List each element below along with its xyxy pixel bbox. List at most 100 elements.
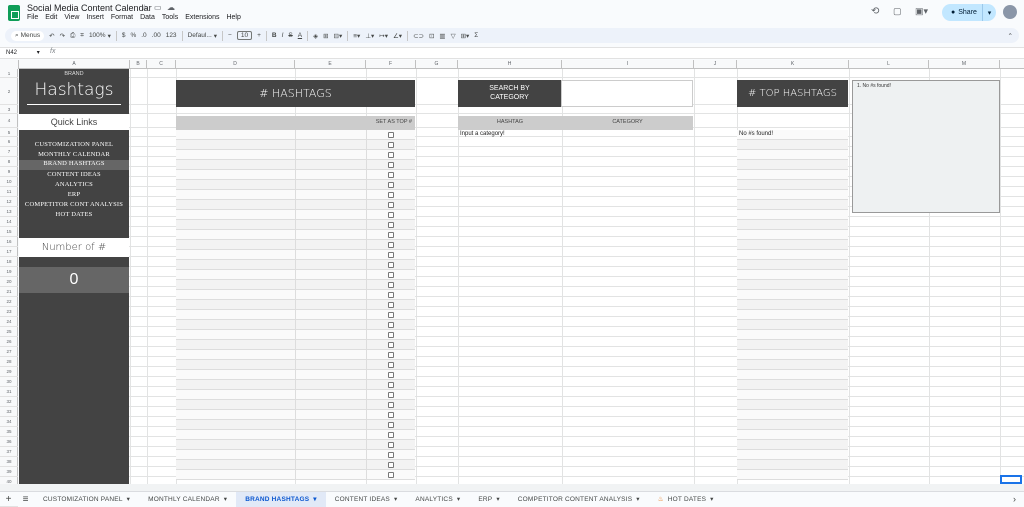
sheet-tab-brand-hashtags[interactable]: BRAND HASHTAGS ▾ <box>236 491 326 507</box>
horizontal-scrollbar[interactable] <box>0 484 1024 491</box>
row-header[interactable]: 18 <box>0 257 18 267</box>
hashtag-row[interactable] <box>176 130 415 140</box>
hashtag-row[interactable] <box>176 290 415 300</box>
column-header-i[interactable]: I <box>562 60 694 69</box>
set-as-top-checkbox[interactable] <box>388 392 394 398</box>
quick-link-hot-dates[interactable]: HOT DATES <box>19 211 129 218</box>
functions-icon[interactable]: Σ <box>474 32 478 39</box>
quick-link-brand-hashtags[interactable]: BRAND HASHTAGS <box>19 160 129 170</box>
hashtag-row[interactable] <box>176 190 415 200</box>
sheet-tab-monthly-calendar[interactable]: MONTHLY CALENDAR ▾ <box>139 492 236 507</box>
column-header-f[interactable]: F <box>366 60 416 69</box>
quick-link-erp[interactable]: ERP <box>19 191 129 198</box>
document-title[interactable]: Social Media Content Calendar <box>27 3 152 13</box>
sheet-tab-hot-dates[interactable]: ♨ HOT DATES ▾ <box>649 492 723 507</box>
insert-comment-icon[interactable]: ⊡ <box>429 32 434 40</box>
undo-icon[interactable]: ↶ <box>49 32 54 40</box>
row-header[interactable]: 2 <box>0 78 18 105</box>
menu-help[interactable]: Help <box>226 14 240 21</box>
add-sheet-icon[interactable]: + <box>0 494 17 505</box>
vertical-align-icon[interactable]: ⊥▾ <box>365 32 374 40</box>
horizontal-align-icon[interactable]: ≡▾ <box>353 32 360 40</box>
sheets-logo-icon[interactable] <box>8 5 20 21</box>
hashtag-row[interactable] <box>176 250 415 260</box>
font-size-increase-icon[interactable]: + <box>257 32 261 39</box>
font-size-decrease-icon[interactable]: − <box>228 32 232 39</box>
filter-icon[interactable]: ▽ <box>451 32 456 40</box>
italic-button[interactable]: I <box>282 32 284 39</box>
row-header[interactable]: 28 <box>0 357 18 367</box>
row-header[interactable]: 31 <box>0 387 18 397</box>
set-as-top-checkbox[interactable] <box>388 422 394 428</box>
set-as-top-checkbox[interactable] <box>388 292 394 298</box>
row-header[interactable]: 35 <box>0 427 18 437</box>
row-header[interactable]: 39 <box>0 467 18 477</box>
hashtag-row[interactable] <box>176 220 415 230</box>
column-header-a[interactable]: A <box>19 60 130 69</box>
set-as-top-checkbox[interactable] <box>388 132 394 138</box>
font-size-input[interactable]: 10 <box>236 31 253 40</box>
set-as-top-checkbox[interactable] <box>388 172 394 178</box>
menu-tools[interactable]: Tools <box>162 14 178 21</box>
hashtag-row[interactable] <box>176 380 415 390</box>
hashtag-row[interactable] <box>176 170 415 180</box>
hashtag-row[interactable] <box>176 360 415 370</box>
sheet-tab-analytics[interactable]: ANALYTICS ▾ <box>406 492 469 507</box>
hashtag-row[interactable] <box>176 270 415 280</box>
sheet-tab-content-ideas[interactable]: CONTENT IDEAS ▾ <box>326 492 407 507</box>
all-sheets-icon[interactable]: ≡ <box>17 494 34 505</box>
meet-icon[interactable]: ▣▾ <box>915 6 928 17</box>
hashtag-row[interactable] <box>176 160 415 170</box>
column-header-b[interactable]: B <box>130 60 147 69</box>
share-dropdown-icon[interactable]: ▾ <box>982 4 996 21</box>
filter-views-icon[interactable]: ⊞▾ <box>461 32 470 40</box>
set-as-top-checkbox[interactable] <box>388 212 394 218</box>
insert-link-icon[interactable]: ⊂⊃ <box>413 32 424 40</box>
hashtag-row[interactable] <box>176 460 415 470</box>
row-header[interactable]: 21 <box>0 287 18 297</box>
row-header[interactable]: 12 <box>0 197 18 207</box>
bold-button[interactable]: B <box>272 32 277 39</box>
row-header[interactable]: 24 <box>0 317 18 327</box>
set-as-top-checkbox[interactable] <box>388 182 394 188</box>
set-as-top-checkbox[interactable] <box>388 332 394 338</box>
hashtag-row[interactable] <box>176 400 415 410</box>
borders-icon[interactable]: ⊞ <box>323 32 328 40</box>
font-select[interactable]: Defaul... ▾ <box>188 32 217 40</box>
set-as-top-checkbox[interactable] <box>388 462 394 468</box>
set-as-top-checkbox[interactable] <box>388 272 394 278</box>
decrease-decimal-button[interactable]: .0 <box>141 32 146 39</box>
quick-link-competitor-analysis[interactable]: COMPETITOR CONT ANALYSIS <box>19 201 129 208</box>
hashtag-row[interactable] <box>176 390 415 400</box>
row-header[interactable]: 17 <box>0 247 18 257</box>
row-header[interactable]: 10 <box>0 177 18 187</box>
column-header-k[interactable]: K <box>737 60 849 69</box>
row-header[interactable]: 19 <box>0 267 18 277</box>
hashtag-row[interactable] <box>176 180 415 190</box>
paint-format-icon[interactable]: ⌗ <box>80 32 84 40</box>
row-header[interactable]: 1 <box>0 69 18 78</box>
select-all-corner[interactable] <box>0 60 19 69</box>
insert-chart-icon[interactable]: ▥ <box>439 32 445 40</box>
row-header[interactable]: 23 <box>0 307 18 317</box>
set-as-top-checkbox[interactable] <box>388 312 394 318</box>
set-as-top-checkbox[interactable] <box>388 202 394 208</box>
set-as-top-checkbox[interactable] <box>388 472 394 478</box>
hashtag-row[interactable] <box>176 370 415 380</box>
category-search-input[interactable] <box>561 80 693 107</box>
sheet-tab-erp[interactable]: ERP ▾ <box>469 492 508 507</box>
hashtag-row[interactable] <box>176 280 415 290</box>
hashtag-row[interactable] <box>176 240 415 250</box>
set-as-top-checkbox[interactable] <box>388 322 394 328</box>
row-header[interactable]: 8 <box>0 157 18 167</box>
set-as-top-checkbox[interactable] <box>388 142 394 148</box>
hashtag-row[interactable] <box>176 430 415 440</box>
row-header[interactable]: 30 <box>0 377 18 387</box>
row-header[interactable]: 34 <box>0 417 18 427</box>
set-as-top-checkbox[interactable] <box>388 432 394 438</box>
hashtag-row[interactable] <box>176 440 415 450</box>
set-as-top-checkbox[interactable] <box>388 252 394 258</box>
hashtag-row[interactable] <box>176 200 415 210</box>
hashtag-row[interactable] <box>176 320 415 330</box>
comment-icon[interactable]: ▢ <box>893 6 902 17</box>
